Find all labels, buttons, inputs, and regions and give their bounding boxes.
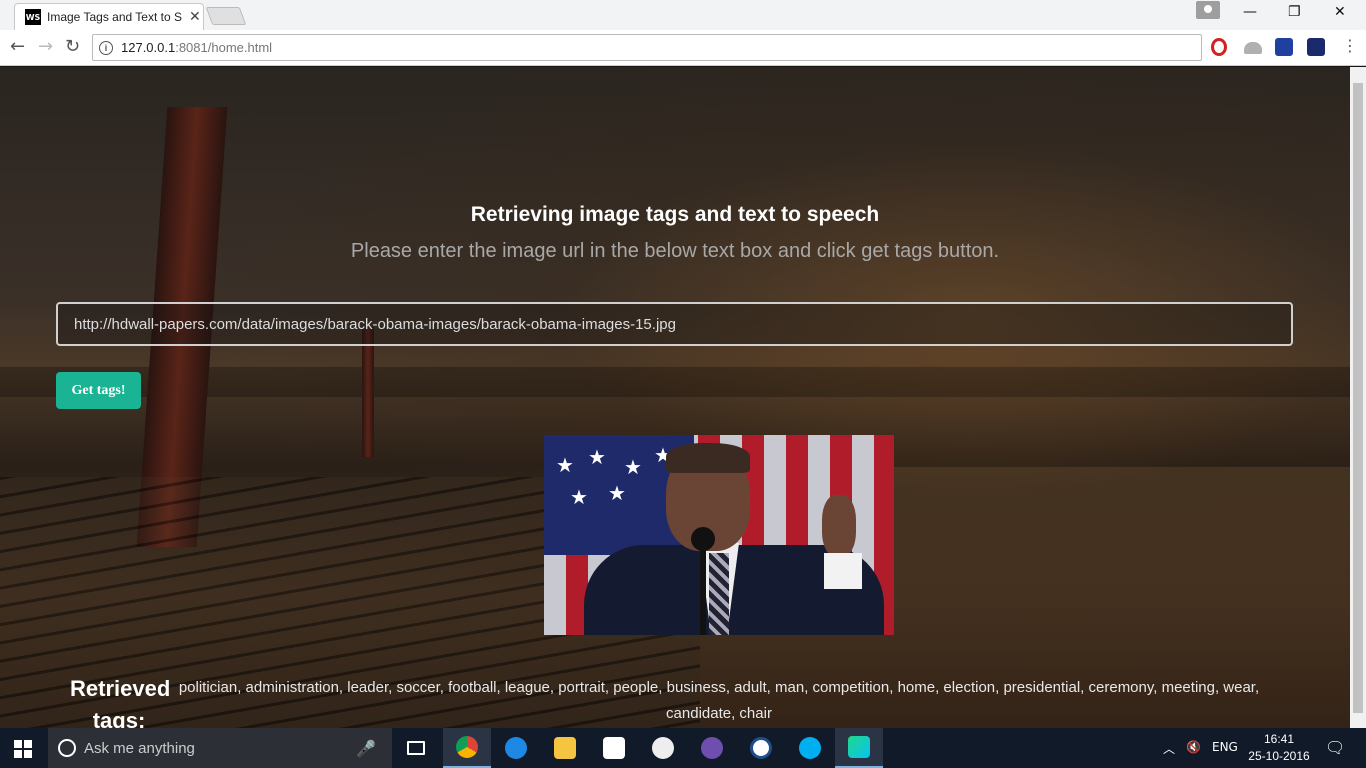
back-icon[interactable]: ← (10, 36, 25, 57)
new-tab-button[interactable] (205, 7, 247, 25)
page-title: Retrieving image tags and text to speech (470, 203, 880, 226)
tab-close-icon[interactable]: ✕ (189, 9, 201, 25)
webstorm-icon (848, 736, 870, 758)
get-tags-button[interactable]: Get tags! (56, 372, 141, 409)
page-background: Retrieving image tags and text to speech… (0, 67, 1350, 728)
image-url-input[interactable] (56, 302, 1293, 346)
retrieved-tags-list: politician, administration, leader, socc… (178, 679, 1260, 722)
clock-time: 16:41 (1263, 732, 1295, 746)
tree-icon (750, 737, 772, 759)
browser-tab-strip: WS Image Tags and Text to S ✕ — ❐ ✕ (0, 0, 1366, 30)
taskbar-webstorm[interactable] (835, 728, 883, 768)
restore-icon[interactable]: ❐ (1288, 4, 1301, 20)
cloud-extension-icon[interactable] (1244, 42, 1262, 54)
close-window-icon[interactable]: ✕ (1334, 4, 1346, 20)
folder-icon (554, 737, 576, 759)
language-indicator[interactable]: ENG (1212, 740, 1238, 754)
chrome-icon (456, 736, 478, 758)
page-subtitle: Please enter the image url in the below … (350, 240, 1000, 262)
browser-toolbar: ← → ↻ i 127.0.0.1:8081/home.html ⋮ (0, 30, 1366, 66)
forward-icon[interactable]: → (38, 36, 53, 57)
task-view-icon (407, 741, 425, 755)
github-icon (701, 737, 723, 759)
taskbar-app[interactable] (639, 728, 687, 768)
cortana-icon (58, 739, 76, 757)
browser-tab[interactable]: WS Image Tags and Text to S ✕ (14, 3, 204, 30)
taskbar-chrome[interactable] (443, 728, 491, 768)
reload-icon[interactable]: ↻ (65, 36, 80, 57)
search-placeholder: Ask me anything (84, 739, 195, 757)
start-button[interactable] (14, 740, 32, 758)
taskbar-edge[interactable] (492, 728, 540, 768)
extension-icon[interactable] (1307, 38, 1325, 56)
windows-taskbar: Ask me anything 🎤 ︿ 🔇 ENG 16:41 25-10-20… (0, 728, 1366, 768)
z-extension-icon[interactable] (1275, 38, 1293, 56)
store-icon (603, 737, 625, 759)
taskbar-github[interactable] (688, 728, 736, 768)
tab-title: Image Tags and Text to S (47, 10, 182, 24)
retrieved-tags-label: Retrieved tags: (70, 676, 171, 728)
compass-icon (652, 737, 674, 759)
taskbar-file-explorer[interactable] (541, 728, 589, 768)
page-scrollbar[interactable] (1350, 67, 1366, 728)
background-post (362, 327, 374, 457)
cortana-search-box[interactable]: Ask me anything 🎤 (48, 728, 392, 768)
skype-icon (799, 737, 821, 759)
minimize-icon[interactable]: — (1243, 4, 1257, 20)
address-bar[interactable]: i 127.0.0.1:8081/home.html (92, 34, 1202, 61)
task-view-button[interactable] (392, 728, 440, 768)
taskbar-app[interactable] (737, 728, 785, 768)
edge-icon (505, 737, 527, 759)
profile-icon[interactable] (1196, 1, 1220, 19)
taskbar-store[interactable] (590, 728, 638, 768)
clock-date: 25-10-2016 (1248, 749, 1310, 763)
menu-icon[interactable]: ⋮ (1342, 36, 1358, 55)
show-hidden-icons-icon[interactable]: ︿ (1163, 740, 1175, 757)
url-text: 127.0.0.1:8081/home.html (121, 40, 273, 55)
tagged-image: ★ ★ ★ ★ ★ ★ (544, 435, 894, 635)
scrollbar-thumb[interactable] (1353, 83, 1363, 713)
taskbar-skype[interactable] (786, 728, 834, 768)
clock[interactable]: 16:41 25-10-2016 (1244, 731, 1314, 765)
microphone-icon[interactable]: 🎤 (356, 739, 376, 758)
action-center-icon[interactable]: 🗨 (1325, 738, 1345, 757)
volume-muted-icon[interactable]: 🔇 (1186, 740, 1201, 754)
info-icon[interactable]: i (99, 40, 113, 55)
webstorm-favicon-icon: WS (25, 9, 41, 25)
opera-extension-icon[interactable] (1211, 38, 1227, 56)
